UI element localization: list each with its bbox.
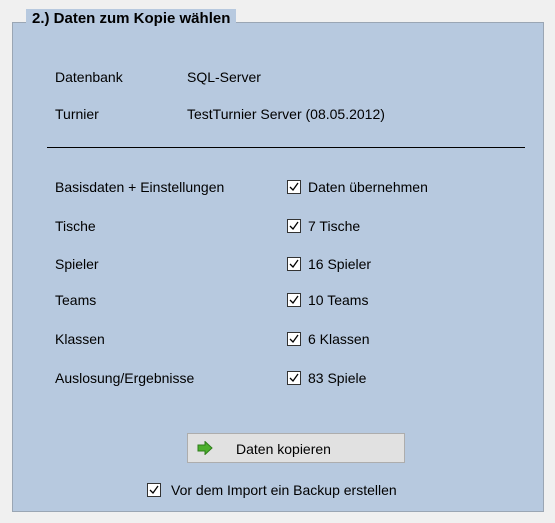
checkbox-auslosung[interactable] [287,371,301,385]
checkmark-icon [289,221,299,231]
checkbox-basisdaten[interactable] [287,180,301,194]
copy-data-button[interactable]: Daten kopieren [187,433,405,463]
item-label-basisdaten: Basisdaten + Einstellungen [55,179,225,195]
backup-checkbox[interactable] [147,483,161,497]
checkbox-teams[interactable] [287,293,301,307]
turnier-value: TestTurnier Server (08.05.2012) [187,106,385,122]
checkmark-icon [149,485,159,495]
item-label-klassen: Klassen [55,331,105,347]
checkmark-icon [289,295,299,305]
item-value-basisdaten: Daten übernehmen [308,179,428,195]
checkbox-klassen[interactable] [287,332,301,346]
copy-data-button-label: Daten kopieren [236,441,331,457]
checkmark-icon [289,334,299,344]
checkmark-icon [289,182,299,192]
green-arrow-right-icon [197,441,213,455]
item-label-auslosung: Auslosung/Ergebnisse [55,370,195,386]
checkbox-spieler[interactable] [287,257,301,271]
checkbox-tische[interactable] [287,219,301,233]
item-value-auslosung: 83 Spiele [308,370,367,386]
datenbank-label: Datenbank [55,69,123,85]
separator-line [47,147,525,148]
checkmark-icon [289,259,299,269]
item-value-spieler: 16 Spieler [308,256,372,272]
item-value-klassen: 6 Klassen [308,331,370,347]
item-label-spieler: Spieler [55,256,99,272]
item-value-teams: 10 Teams [308,292,369,308]
checkmark-icon [289,373,299,383]
item-label-teams: Teams [55,292,97,308]
turnier-label: Turnier [55,106,99,122]
backup-label: Vor dem Import ein Backup erstellen [171,482,397,498]
item-label-tische: Tische [55,218,96,234]
datenbank-value: SQL-Server [187,69,261,85]
item-value-tische: 7 Tische [308,218,361,234]
groupbox-title: 2.) Daten zum Kopie wählen [26,9,237,29]
